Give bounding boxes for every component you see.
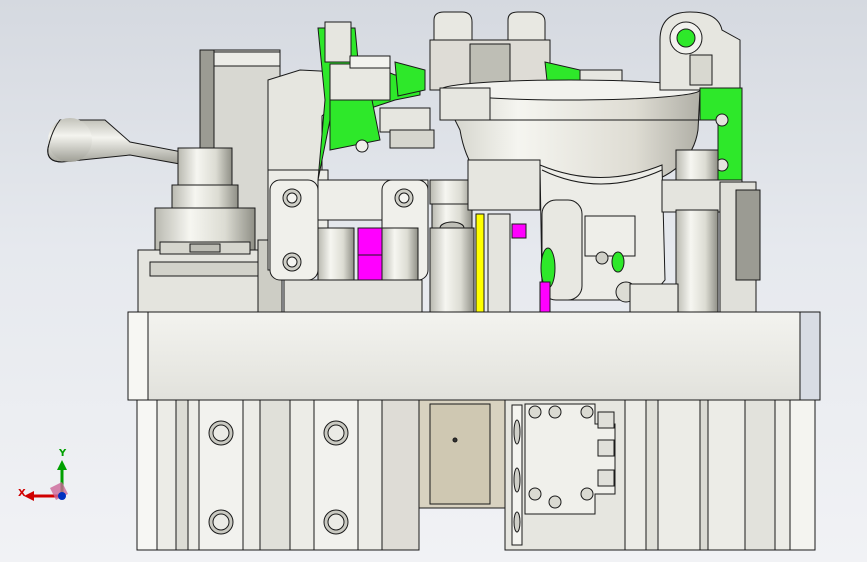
base-block-left — [136, 397, 420, 551]
view-orientation-triad[interactable]: X Y — [10, 438, 80, 508]
top-clevis-blocks — [429, 11, 623, 91]
y-axis-label: Y — [58, 448, 67, 459]
y-axis-arrowhead-icon — [57, 460, 67, 470]
green-bracket-top-left — [317, 21, 435, 181]
base-block-right — [624, 397, 816, 551]
swing-arm-clamp — [539, 164, 666, 303]
base-recess-center — [418, 397, 510, 509]
dark-block-right — [735, 189, 761, 281]
link-arm-top-right — [659, 11, 741, 91]
z-axis-icon — [58, 492, 66, 500]
cad-viewport[interactable]: X Y — [0, 0, 867, 562]
fixture-assembly-model[interactable] — [0, 0, 867, 562]
x-axis-label: X — [18, 488, 26, 499]
valve-manifold-block — [504, 397, 626, 551]
main-base-plate — [127, 311, 821, 401]
